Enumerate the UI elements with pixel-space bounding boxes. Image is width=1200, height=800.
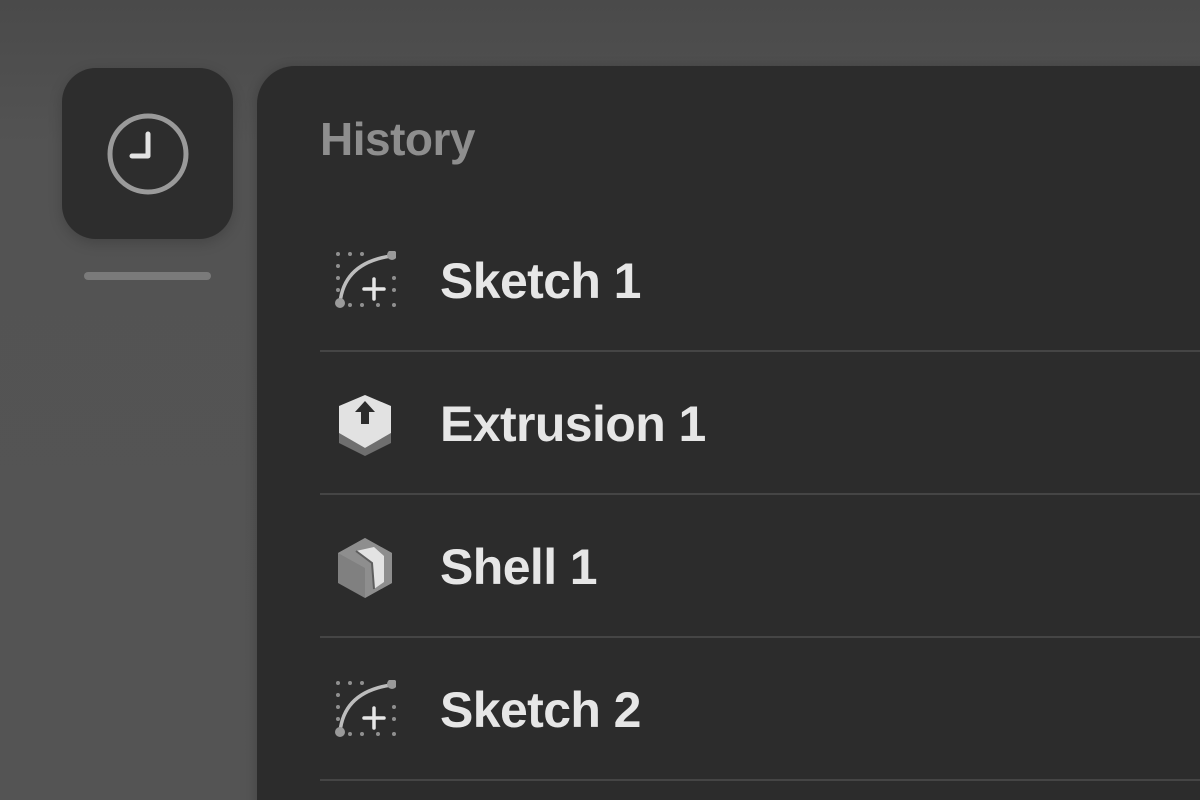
shell-icon bbox=[338, 538, 392, 598]
history-item-label: Extrusion 1 bbox=[440, 396, 706, 452]
extrusion-icon bbox=[339, 395, 391, 456]
history-item-label: Shell 1 bbox=[440, 539, 598, 595]
tab-indicator bbox=[84, 272, 211, 280]
history-item-extrusion-1[interactable]: Extrusion 1 bbox=[320, 352, 1200, 495]
history-item-sketch-2[interactable]: Sketch 2 bbox=[320, 638, 1200, 781]
history-tab-button[interactable] bbox=[62, 68, 233, 239]
history-item-label: Sketch 2 bbox=[440, 682, 641, 738]
sketch-icon bbox=[335, 251, 396, 308]
history-item-shell-1[interactable]: Shell 1 bbox=[320, 495, 1200, 638]
history-item-label: Sketch 1 bbox=[440, 253, 641, 309]
history-panel: History Sketch 1 Extrusion 1 Shell 1 Ske… bbox=[257, 66, 1200, 800]
history-item-sketch-1[interactable]: Sketch 1 bbox=[320, 209, 1200, 352]
history-list: Sketch 1 Extrusion 1 Shell 1 Sketch 2 bbox=[320, 209, 1200, 781]
panel-title: History bbox=[320, 113, 475, 165]
clock-icon bbox=[107, 113, 188, 194]
sketch-icon bbox=[335, 680, 396, 737]
